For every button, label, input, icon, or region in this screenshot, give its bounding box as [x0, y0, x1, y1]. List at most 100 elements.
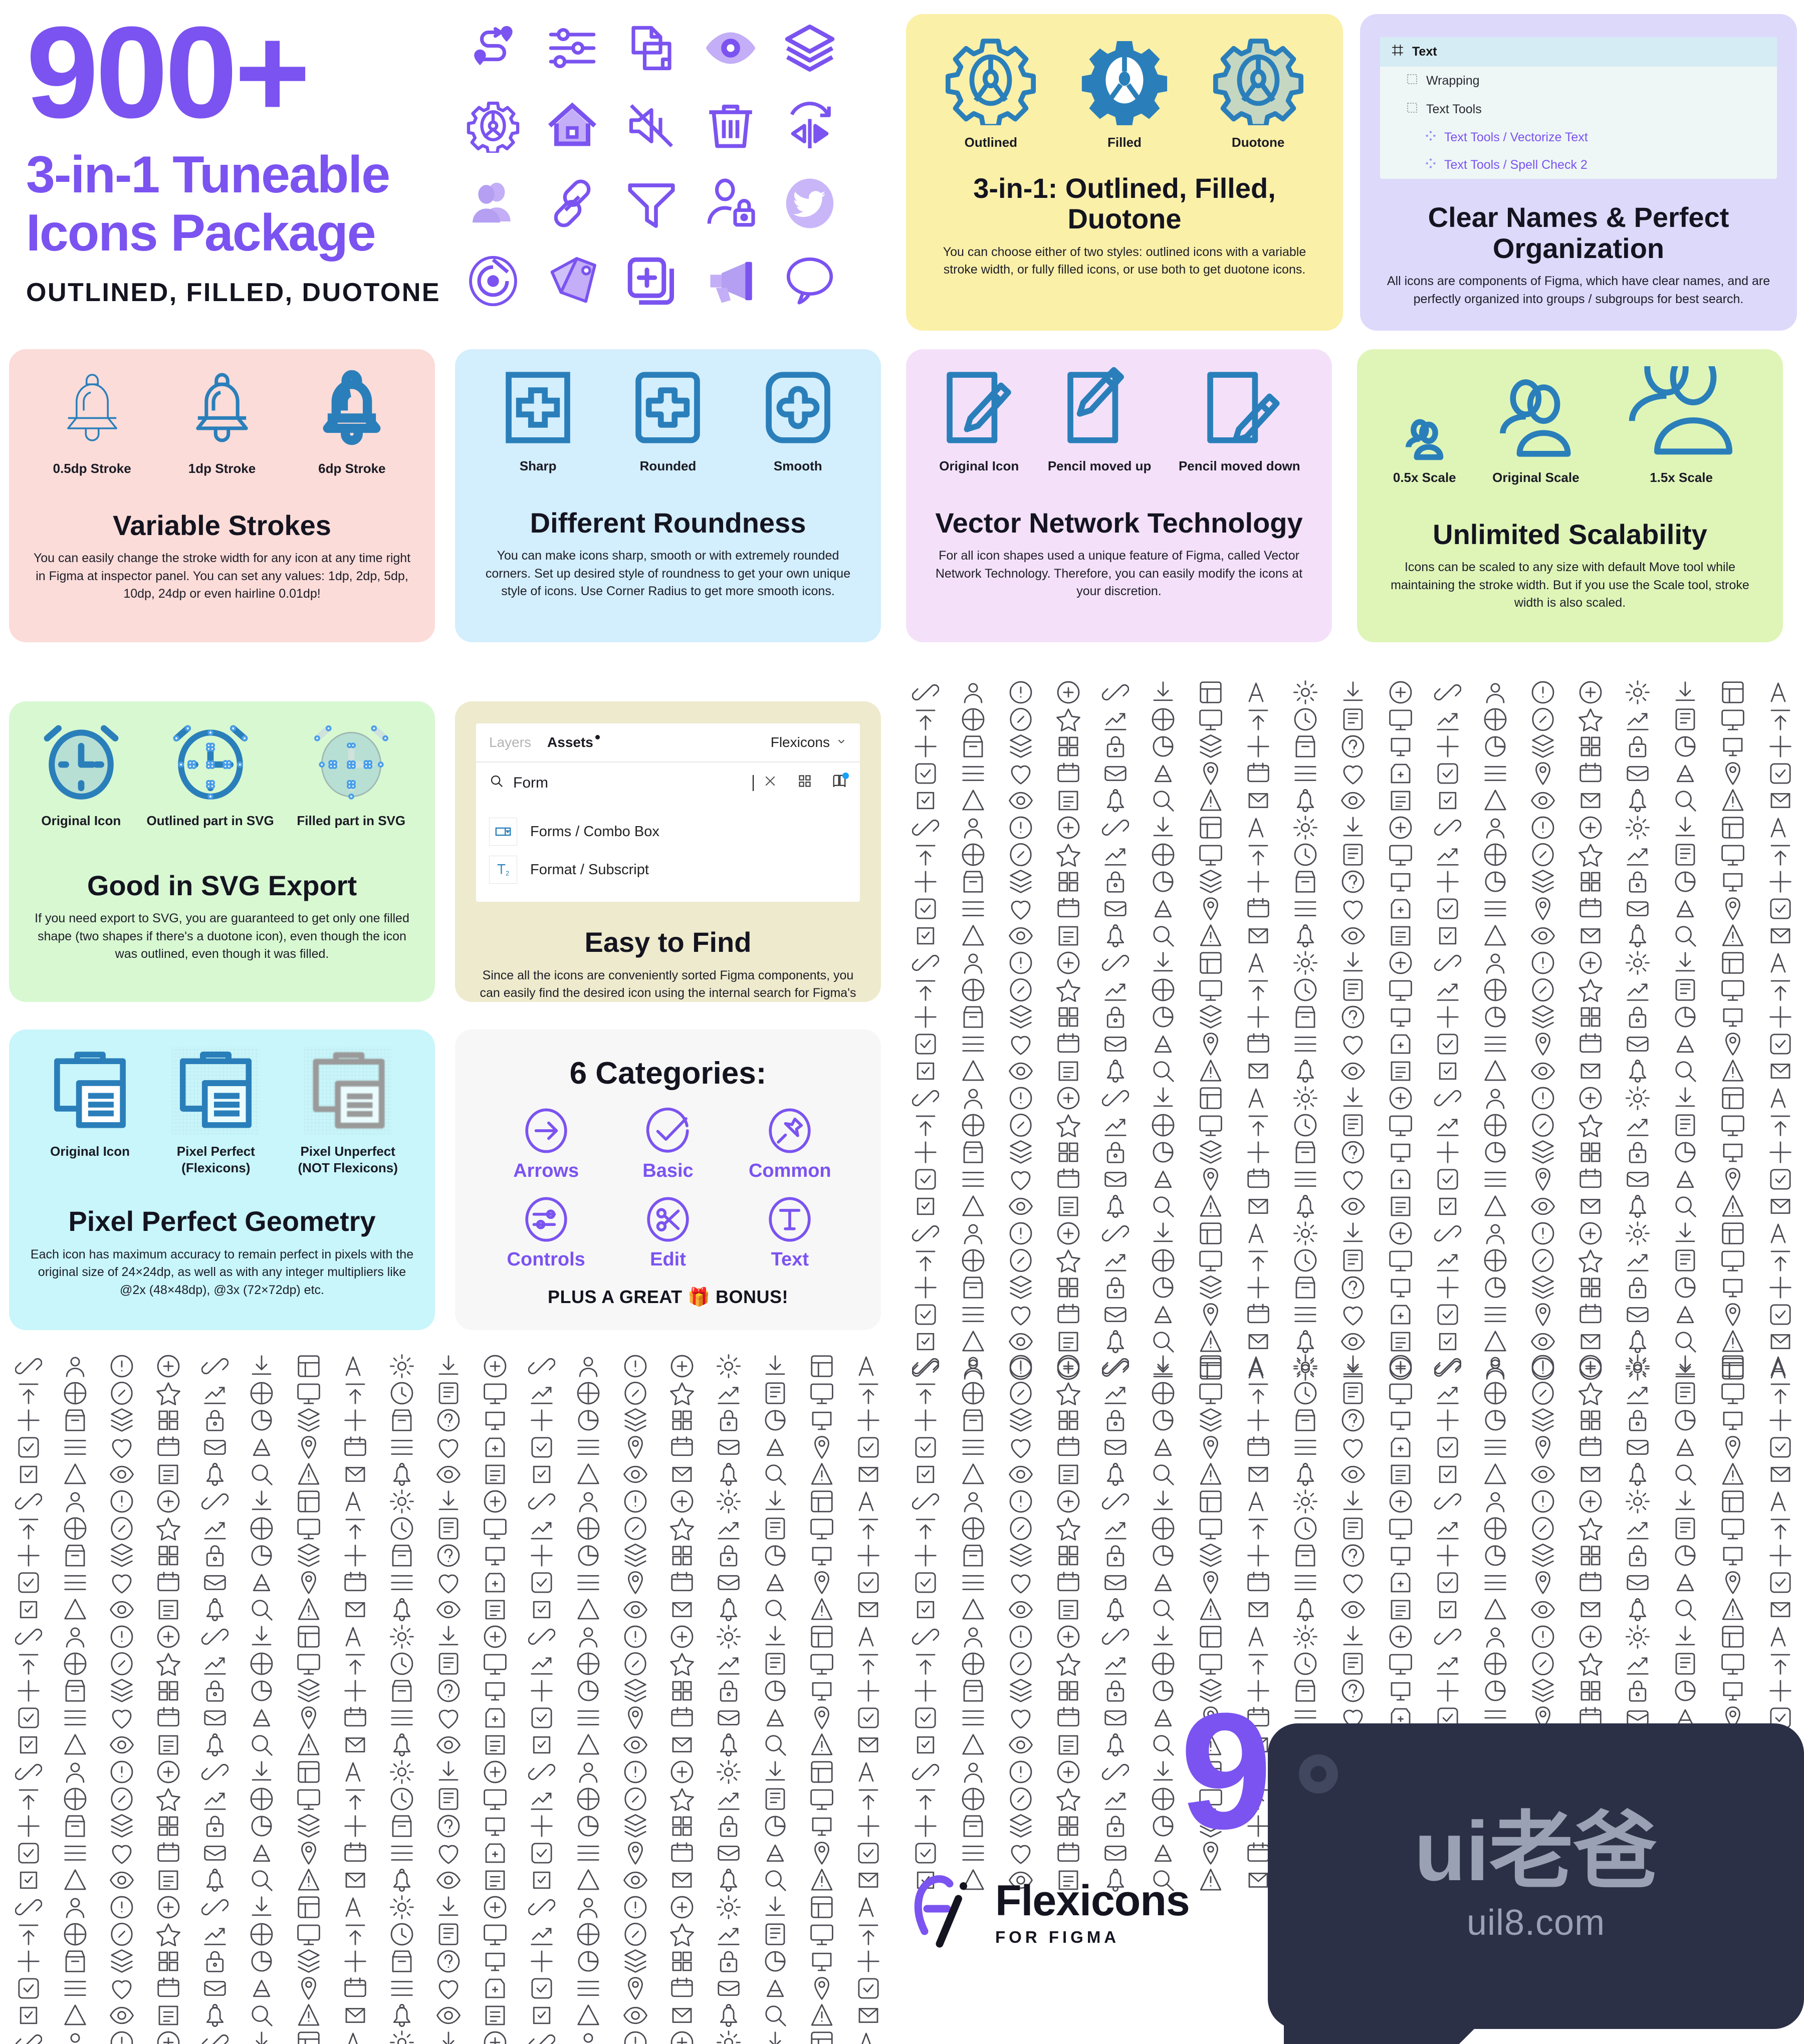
sheet-icon: [1247, 1436, 1269, 1456]
sheet-icon: [810, 1789, 834, 1810]
hero-subtitle-line1: 3-in-1 Tuneable: [26, 146, 390, 204]
sheet-icon: [1199, 845, 1222, 866]
sheet-icon: [916, 1383, 936, 1404]
sheet-icon: [624, 1516, 646, 1541]
sheet-icon: [1629, 789, 1647, 812]
assets-search-row[interactable]: Form: [476, 762, 860, 804]
sheet-icon: [1484, 978, 1507, 1001]
tab-layers[interactable]: Layers: [489, 734, 531, 750]
layer-row-text[interactable]: Text: [1380, 37, 1777, 67]
sheet-icon: [1295, 1409, 1315, 1431]
sheet-icon: [438, 1574, 459, 1594]
sheet-icon: [345, 1897, 361, 1917]
sheet-icon: [111, 1922, 133, 1946]
sheet-icon: [391, 1575, 413, 1590]
sheet-icon: [1437, 1522, 1459, 1540]
sheet-icon: [1486, 683, 1505, 703]
sheet-icon: [1248, 953, 1263, 973]
icon-sheet-right-top: [902, 679, 1804, 1381]
tab-assets[interactable]: Assets: [547, 734, 600, 750]
twitter-icon: [786, 178, 834, 228]
sheet-icon: [1102, 684, 1130, 701]
sheet-icon: [1627, 1440, 1649, 1455]
sheet-icon: [438, 1896, 459, 1916]
sheet-icon: [1391, 1600, 1411, 1620]
sheet-icon: [158, 1600, 178, 1620]
sheet-icon: [1532, 1652, 1554, 1676]
sheet-icon: [1343, 1490, 1363, 1510]
sheet-icon: [962, 1734, 984, 1755]
sheet-icon: [624, 1490, 646, 1513]
sheet-icon: [1532, 1408, 1554, 1432]
sheet-icon: [485, 2005, 505, 2025]
sheet-icon: [111, 1544, 133, 1567]
sheet-icon: [1343, 900, 1363, 920]
sheet-icon: [583, 2033, 593, 2043]
sheet-icon: [1295, 1680, 1315, 1702]
layer-row-wrapping[interactable]: Wrapping: [1380, 67, 1777, 95]
sheet-icon: [1341, 735, 1365, 758]
sheet-icon: [201, 1628, 229, 1645]
library-book-icon[interactable]: [832, 773, 849, 793]
user-lock-icon: [707, 178, 755, 226]
sheet-icon: [1531, 1490, 1554, 1513]
sheet-icon: [1107, 1410, 1124, 1431]
sheet-icon: [964, 1492, 983, 1512]
sheet-icon: [717, 1354, 741, 1378]
sheet-icon: [392, 1815, 412, 1837]
sheet-icon: [1297, 1194, 1314, 1218]
sheet-icon: [345, 1467, 365, 1482]
sheet-icon: [1580, 898, 1602, 918]
sheet-icon: [672, 1410, 692, 1430]
sheet-icon: [1675, 817, 1695, 837]
sheet-icon: [1770, 953, 1786, 973]
clear-search-icon[interactable]: [763, 774, 778, 793]
sheet-icon: [720, 1733, 738, 1756]
category-text[interactable]: Text: [729, 1195, 851, 1270]
category-label: Edit: [650, 1249, 686, 1270]
home-icon: [548, 102, 597, 146]
sheet-icon: [1248, 793, 1268, 808]
result-row-combo-box[interactable]: Forms / Combo Box: [489, 813, 847, 851]
sheet-icon: [963, 1680, 983, 1702]
demo-cell-pixel-perfect: Pixel Perfect (Flexicons): [172, 1047, 260, 1176]
search-input[interactable]: Form: [513, 775, 743, 792]
sheet-icon: [1200, 1275, 1222, 1299]
sheet-icon: [438, 1788, 459, 1810]
category-controls[interactable]: Controls: [485, 1195, 607, 1270]
sheet-icon: [1531, 1062, 1555, 1080]
sheet-icon: [1391, 1279, 1411, 1298]
sheet-icon: [627, 1977, 643, 2000]
sheet-icon: [1434, 954, 1462, 971]
result-row-subscript[interactable]: 2 Format / Subscript: [489, 851, 847, 889]
sheet-icon: [1009, 1760, 1032, 1783]
demo-label: Smooth: [773, 458, 822, 473]
sheet-icon: [1535, 1436, 1550, 1459]
category-common[interactable]: Common: [729, 1106, 851, 1182]
category-basic[interactable]: Basic: [607, 1106, 729, 1182]
sheet-icon: [1535, 1303, 1550, 1326]
sheet-icon: [962, 901, 984, 916]
library-selector[interactable]: Flexicons: [771, 734, 847, 750]
sheet-icon: [64, 1923, 87, 1946]
sheet-icon: [345, 2008, 365, 2023]
sheet-icon: [1153, 952, 1173, 972]
layer-row-spell-check[interactable]: Text Tools / Spell Check 2: [1380, 151, 1777, 179]
layer-row-vectorize-text[interactable]: Text Tools / Vectorize Text: [1380, 124, 1777, 151]
category-arrows[interactable]: Arrows: [485, 1106, 607, 1182]
sheet-icon: [669, 1517, 694, 1541]
sheet-icon: [915, 763, 936, 784]
sheet-icon: [1199, 1115, 1222, 1136]
sheet-icon: [765, 1653, 785, 1675]
category-edit[interactable]: Edit: [607, 1195, 729, 1270]
text-circle-icon: [769, 1197, 811, 1242]
sheet-icon: [531, 1793, 553, 1810]
sheet-icon: [1770, 1199, 1790, 1214]
sheet-icon: [112, 1439, 132, 1458]
sheet-icon: [1104, 901, 1126, 916]
sheet-icon: [1107, 1330, 1124, 1353]
layer-row-text-tools[interactable]: Text Tools: [1380, 95, 1777, 124]
hero-subtitle-line2: Icons Package: [26, 204, 376, 263]
grid-view-icon[interactable]: [798, 774, 812, 792]
note-pencil-icon: [947, 372, 1012, 443]
